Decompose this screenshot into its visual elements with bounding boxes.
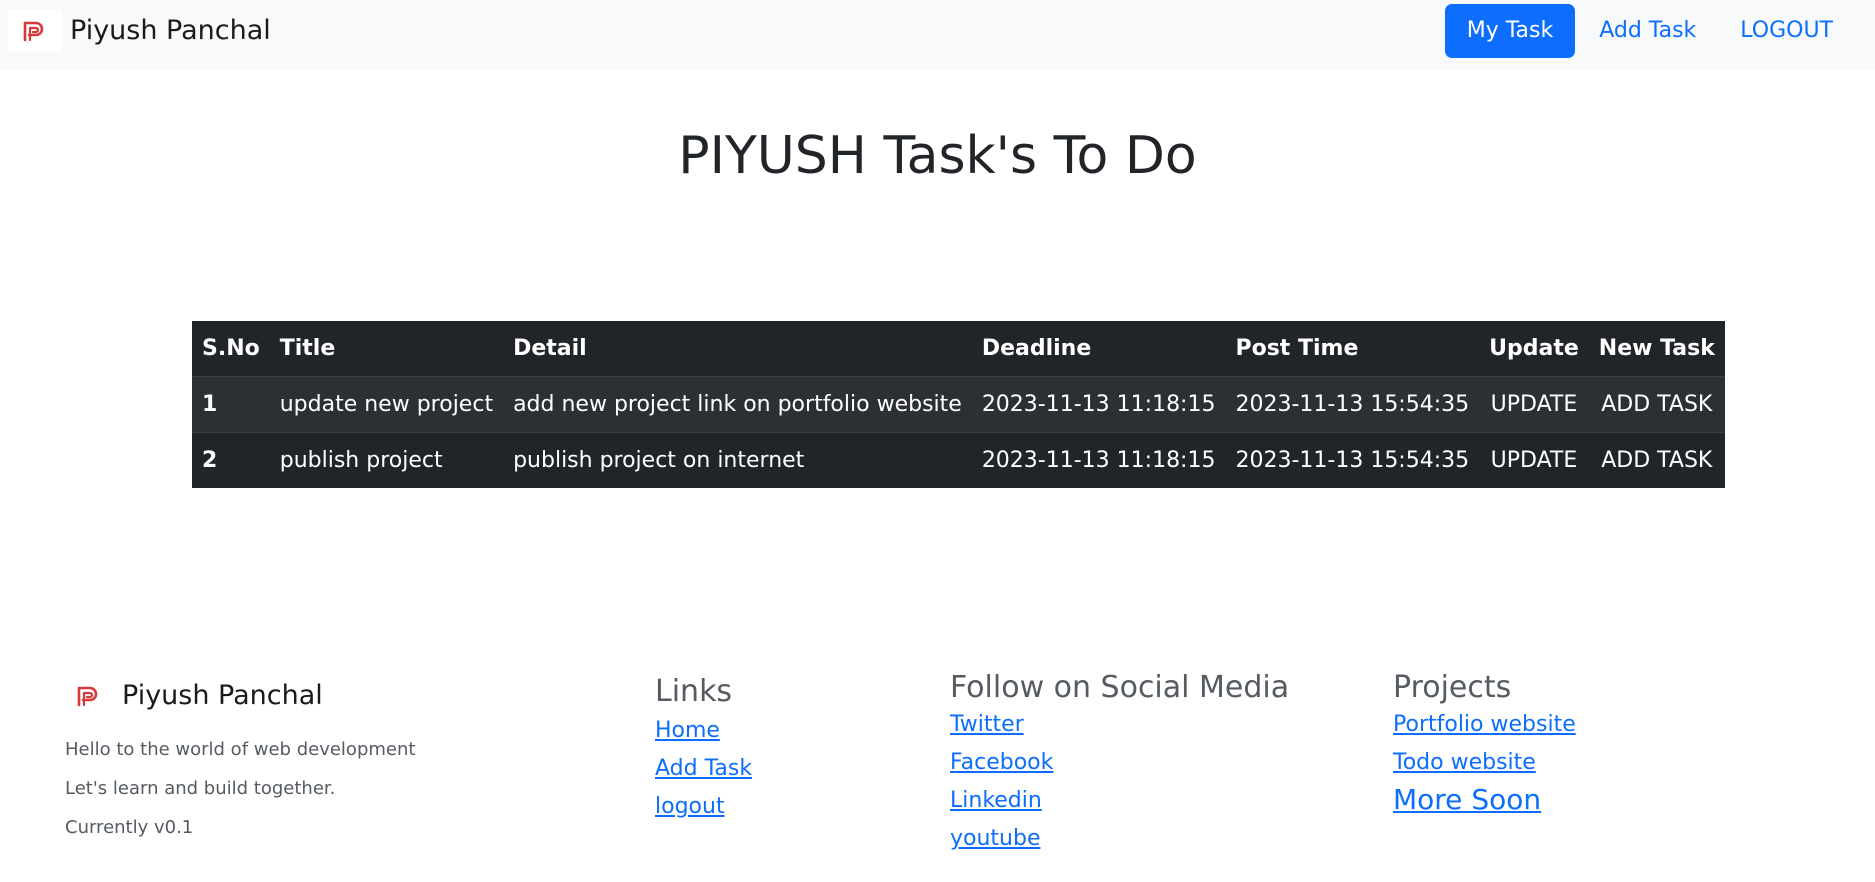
footer-link-more-soon[interactable]: More Soon [1393,783,1576,816]
header-update: Update [1489,336,1579,361]
footer-link-youtube[interactable]: youtube [950,826,1289,851]
row-post-time: 2023-11-13 15:54:35 [1235,448,1470,473]
footer-link-add-task[interactable]: Add Task [655,756,752,781]
page-title: PIYUSH Task's To Do [678,126,1197,186]
footer-projects-column: Projects Portfolio website Todo website … [1393,668,1576,816]
footer-link-linkedin[interactable]: Linkedin [950,788,1289,813]
footer-social-column: Follow on Social Media Twitter Facebook … [950,668,1289,851]
footer-social-title: Follow on Social Media [950,670,1290,705]
footer-link-portfolio[interactable]: Portfolio website [1393,712,1576,737]
header-post-time: Post Time [1235,336,1359,361]
nav-links: My Task Add Task LOGOUT [1444,4,1855,58]
row-update-cell: UPDATE [1479,377,1589,433]
row-deadline: 2023-11-13 11:18:15 [981,448,1216,473]
footer-link-home[interactable]: Home [655,718,752,743]
row-sno: 1 [202,392,218,417]
add-task-button[interactable]: ADD TASK [1601,448,1712,473]
footer-links-column: Links Home Add Task logout [655,672,752,819]
header-sno: S.No [202,336,260,361]
p-logo-icon[interactable] [8,10,62,52]
header-title: Title [279,336,336,361]
row-detail: publish project on internet [513,448,805,473]
brand-name[interactable]: Piyush Panchal [70,10,271,52]
footer-tagline: Hello to the world of web development [65,739,416,760]
update-button[interactable]: UPDATE [1491,448,1578,473]
footer-version: Currently v0.1 [65,817,194,838]
footer-brand: Piyush Panchal [64,675,323,717]
row-new-task-cell: ADD TASK [1589,377,1725,433]
row-update-cell: UPDATE [1479,433,1589,489]
update-button[interactable]: UPDATE [1491,392,1578,417]
header-new-task: New Task [1598,336,1715,361]
row-deadline: 2023-11-13 11:18:15 [981,392,1216,417]
footer-link-logout[interactable]: logout [655,794,752,819]
nav-my-task[interactable]: My Task [1444,4,1576,58]
p-logo-icon [64,675,114,717]
footer-brand-name: Piyush Panchal [122,680,323,711]
footer-link-twitter[interactable]: Twitter [950,712,1289,737]
navbar-brand[interactable]: Piyush Panchal [8,10,271,52]
navbar: Piyush Panchal My Task Add Task LOGOUT [0,0,1875,70]
footer-link-todo[interactable]: Todo website [1393,750,1576,775]
add-task-button[interactable]: ADD TASK [1601,392,1712,417]
table-row: 1 update new project add new project lin… [192,376,1725,433]
table-header-row: S.No Title Detail Deadline Post Time Upd… [192,321,1725,377]
footer-tagline: Let's learn and build together. [65,778,336,799]
row-title: publish project [279,448,443,473]
row-detail: add new project link on portfolio websit… [513,392,962,417]
footer-link-facebook[interactable]: Facebook [950,750,1289,775]
footer-projects-title: Projects [1393,670,1512,705]
table-row: 2 publish project publish project on int… [192,432,1725,489]
row-new-task-cell: ADD TASK [1589,433,1725,489]
task-table: S.No Title Detail Deadline Post Time Upd… [192,321,1725,488]
row-title: update new project [279,392,494,417]
row-post-time: 2023-11-13 15:54:35 [1235,392,1470,417]
row-sno: 2 [202,448,218,473]
footer-links-title: Links [655,674,733,709]
nav-logout[interactable]: LOGOUT [1718,4,1855,58]
header-deadline: Deadline [981,336,1092,361]
header-detail: Detail [513,336,587,361]
nav-add-task[interactable]: Add Task [1577,4,1718,58]
